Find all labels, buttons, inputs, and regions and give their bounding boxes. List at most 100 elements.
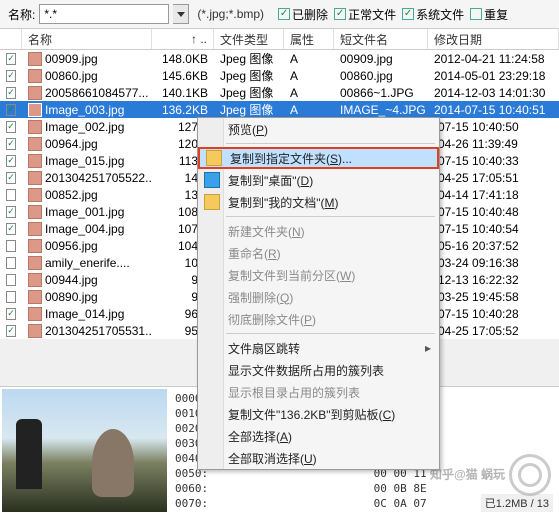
file-name: 00956.jpg — [45, 239, 98, 253]
row-checkbox[interactable] — [6, 206, 16, 218]
col-date[interactable]: 修改日期 — [428, 29, 559, 49]
col-type[interactable]: 文件类型 — [214, 29, 284, 49]
col-name[interactable]: 名称 — [22, 29, 152, 49]
file-name: Image_002.jpg — [45, 120, 124, 134]
row-checkbox[interactable] — [6, 172, 16, 184]
col-shortname[interactable]: 短文件名 — [334, 29, 428, 49]
menu-label: 复制文件到当前分区(W) — [228, 267, 355, 284]
menu-label: 新建文件夹(N) — [228, 223, 305, 240]
menu-item: 彻底删除文件(P) — [198, 308, 439, 330]
menu-label: 复制到"桌面"(D) — [228, 172, 313, 189]
filter-check-3[interactable]: 重复 — [470, 6, 508, 23]
context-menu[interactable]: 预览(P) 复制到指定文件夹(S)... 复制到"桌面"(D) 复制到"我的文档"(M… — [197, 117, 440, 470]
check-label: 正常文件 — [348, 6, 396, 23]
menu-item[interactable]: 复制到指定文件夹(S)... — [198, 147, 439, 169]
file-icon — [28, 290, 42, 304]
file-icon — [28, 103, 42, 117]
file-icon — [28, 69, 42, 83]
file-name: Image_014.jpg — [45, 307, 124, 321]
menu-label: 预览(P) — [228, 121, 268, 138]
table-row[interactable]: 00909.jpg 148.0KB Jpeg 图像 A 00909.jpg 20… — [0, 50, 559, 67]
file-size: 145.6KB — [152, 69, 214, 83]
file-type: Jpeg 图像 — [214, 101, 284, 118]
file-icon — [28, 222, 42, 236]
row-checkbox[interactable] — [6, 53, 16, 65]
checkbox-icon — [334, 8, 346, 20]
file-date: -05-16 20:37:52 — [428, 239, 559, 253]
row-checkbox[interactable] — [6, 189, 16, 201]
file-name: 00860.jpg — [45, 69, 98, 83]
status-bar: 已1.2MB / 13 — [481, 494, 553, 512]
file-icon — [28, 188, 42, 202]
menu-item[interactable]: 复制到"桌面"(D) — [198, 169, 439, 191]
file-icon — [28, 171, 42, 185]
file-name: Image_015.jpg — [45, 154, 124, 168]
menu-item[interactable]: 复制到"我的文档"(M) — [198, 191, 439, 213]
row-checkbox[interactable] — [6, 274, 16, 286]
filter-check-1[interactable]: 正常文件 — [334, 6, 396, 23]
menu-item[interactable]: 全部选择(A) — [198, 425, 439, 447]
checkbox-icon — [278, 8, 290, 20]
file-attr: A — [284, 103, 334, 117]
menu-separator — [226, 333, 435, 334]
menu-label: 重命名(R) — [228, 245, 281, 262]
row-checkbox[interactable] — [6, 325, 16, 337]
file-date: -07-15 10:40:28 — [428, 307, 559, 321]
file-icon — [28, 205, 42, 219]
file-date: -07-15 10:40:48 — [428, 205, 559, 219]
col-attr[interactable]: 属性 — [284, 29, 334, 49]
row-checkbox[interactable] — [6, 223, 16, 235]
menu-label: 强制删除(Q) — [228, 289, 293, 306]
menu-label: 全部取消选择(U) — [228, 450, 317, 467]
menu-label: 复制文件"136.2KB"到剪贴板(C) — [228, 406, 395, 423]
menu-item[interactable]: 预览(P) — [198, 118, 439, 140]
row-checkbox[interactable] — [6, 70, 16, 82]
filter-dropdown-button[interactable] — [173, 4, 189, 24]
file-icon — [28, 86, 42, 100]
table-row[interactable]: 20058661084577... 140.1KB Jpeg 图像 A 0086… — [0, 84, 559, 101]
menu-item: 显示根目录占用的簇列表 — [198, 381, 439, 403]
check-label: 已删除 — [292, 6, 328, 23]
file-shortname: 00909.jpg — [334, 52, 428, 66]
file-name: Image_001.jpg — [45, 205, 124, 219]
file-attr: A — [284, 69, 334, 83]
menu-item[interactable]: 全部取消选择(U) — [198, 447, 439, 469]
row-checkbox[interactable] — [6, 121, 16, 133]
row-checkbox[interactable] — [6, 87, 16, 99]
file-name: 00944.jpg — [45, 273, 98, 287]
menu-label: 全部选择(A) — [228, 428, 292, 445]
table-row[interactable]: Image_003.jpg 136.2KB Jpeg 图像 A IMAGE_~4… — [0, 101, 559, 118]
file-icon — [28, 256, 42, 270]
filter-check-2[interactable]: 系统文件 — [402, 6, 464, 23]
row-checkbox[interactable] — [6, 104, 16, 116]
table-row[interactable]: 00860.jpg 145.6KB Jpeg 图像 A 00860.jpg 20… — [0, 67, 559, 84]
file-name: 201304251705531... — [45, 324, 152, 338]
file-date: -07-15 10:40:50 — [428, 120, 559, 134]
name-filter-input[interactable] — [39, 4, 169, 24]
file-size: 136.2KB — [152, 103, 214, 117]
filter-bar: 名称: (*.jpg;*.bmp) 已删除正常文件系统文件重复 — [0, 0, 559, 28]
file-name: 00852.jpg — [45, 188, 98, 202]
menu-label: 显示根目录占用的簇列表 — [228, 384, 360, 401]
menu-item[interactable]: 复制文件"136.2KB"到剪贴板(C) — [198, 403, 439, 425]
col-checkbox[interactable] — [0, 29, 22, 49]
row-checkbox[interactable] — [6, 240, 16, 252]
row-checkbox[interactable] — [6, 257, 16, 269]
menu-label: 显示文件数据所占用的簇列表 — [228, 362, 384, 379]
file-size: 148.0KB — [152, 52, 214, 66]
file-icon — [28, 154, 42, 168]
col-size[interactable]: ↑ .. — [152, 29, 214, 49]
file-date: -04-25 17:05:52 — [428, 324, 559, 338]
row-checkbox[interactable] — [6, 308, 16, 320]
row-checkbox[interactable] — [6, 155, 16, 167]
filter-check-0[interactable]: 已删除 — [278, 6, 328, 23]
row-checkbox[interactable] — [6, 291, 16, 303]
menu-item[interactable]: 文件扇区跳转 — [198, 337, 439, 359]
file-name: 00890.jpg — [45, 290, 98, 304]
file-name: Image_003.jpg — [45, 103, 124, 117]
check-label: 系统文件 — [416, 6, 464, 23]
file-date: -12-13 16:22:32 — [428, 273, 559, 287]
menu-separator — [226, 216, 435, 217]
row-checkbox[interactable] — [6, 138, 16, 150]
menu-item[interactable]: 显示文件数据所占用的簇列表 — [198, 359, 439, 381]
